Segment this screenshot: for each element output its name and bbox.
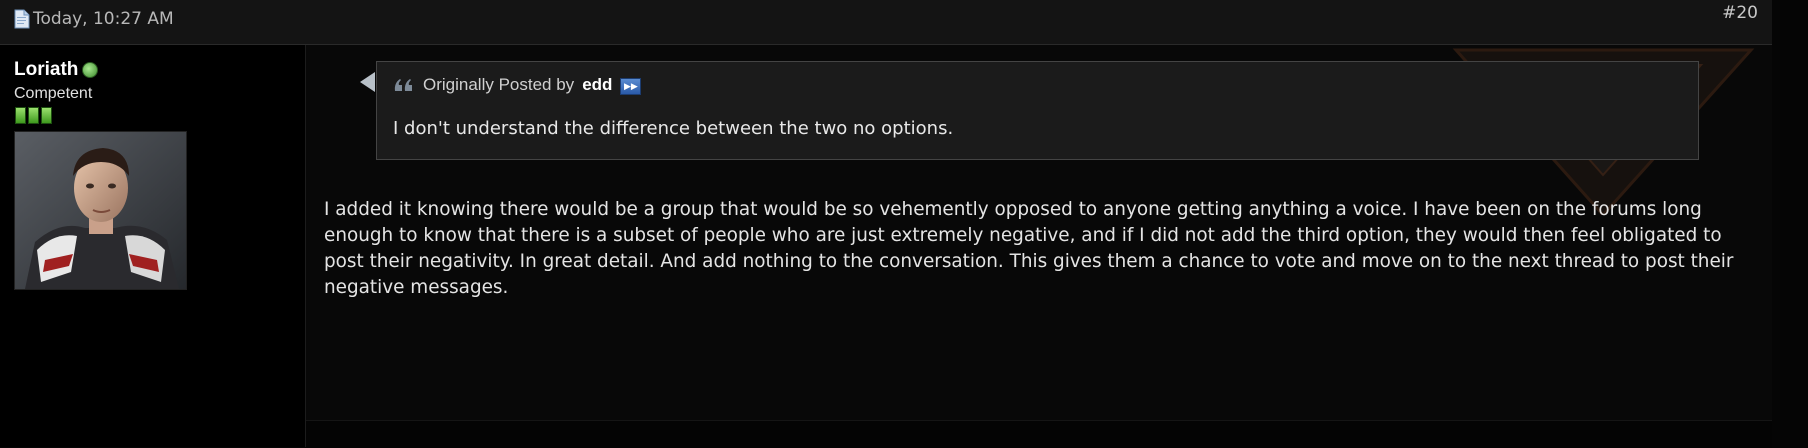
document-icon [14,9,30,29]
post-message: I added it knowing there would be a grou… [324,199,1734,298]
username-link[interactable]: Loriath [14,59,78,81]
post-permalink[interactable]: #20 [1722,3,1758,23]
reputation-bars [15,107,52,124]
post-footer [306,420,1772,448]
post-header: Today, 10:27 AM #20 [0,0,1772,45]
quote-header: Originally Posted by edd ▶▶ [393,74,642,95]
quote-author: edd [582,74,613,94]
username-row: Loriath [14,59,99,81]
user-info-panel: Loriath Competent [0,45,306,447]
quote-arrow-icon [360,72,375,92]
quote-text: I don't understand the difference betwee… [393,118,954,139]
reputation-bar-icon [15,107,26,124]
reputation-bar-icon [28,107,39,124]
avatar[interactable] [14,131,187,290]
quote-icon [394,78,412,91]
post-date-text: Today, 10:27 AM [33,9,174,29]
reputation-bar-icon [41,107,52,124]
quote-prefix: Originally Posted by [423,74,575,94]
avatar-image [15,132,186,289]
online-status-icon [82,62,99,78]
quote-box: Originally Posted by edd ▶▶ I don't unde… [376,61,1699,160]
post-date: Today, 10:27 AM [14,9,174,29]
user-title: Competent [14,85,93,102]
post-body: Originally Posted by edd ▶▶ I don't unde… [306,45,1772,420]
view-post-icon[interactable]: ▶▶ [620,78,642,95]
